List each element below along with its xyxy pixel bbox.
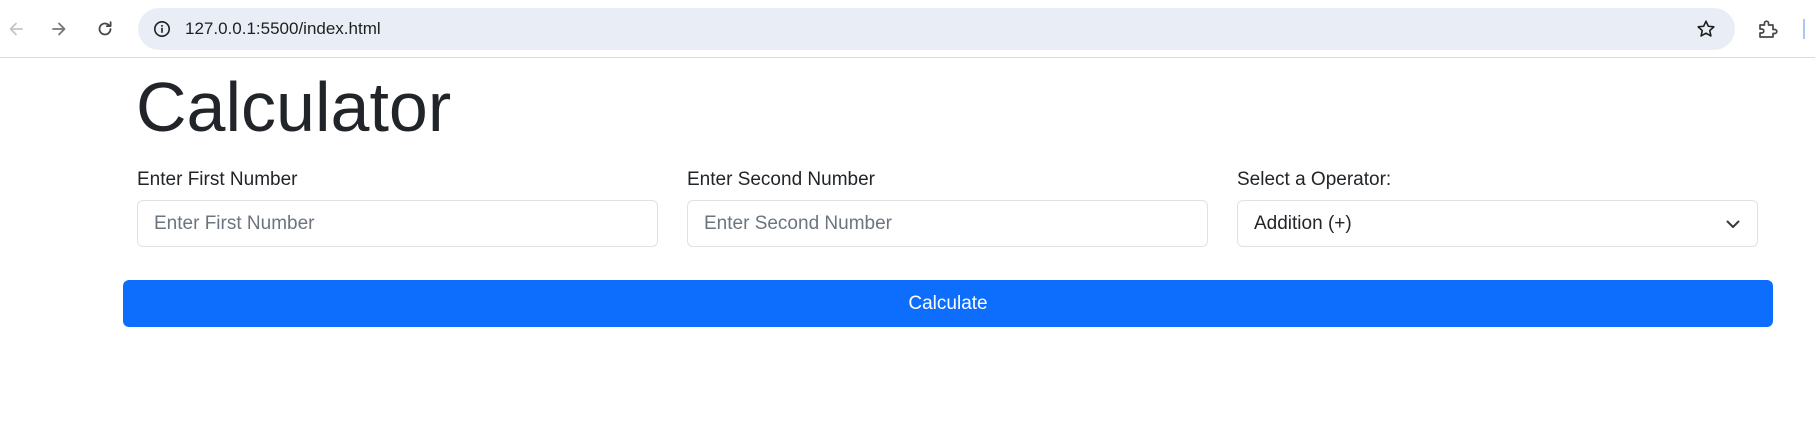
site-info-icon: [154, 21, 170, 37]
site-info-button[interactable]: [152, 19, 172, 39]
forward-button[interactable]: [43, 13, 75, 45]
operator-group: Select a Operator: Addition (+): [1237, 168, 1759, 247]
puzzle-icon: [1759, 20, 1778, 38]
first-number-label: Enter First Number: [137, 169, 298, 190]
browser-toolbar: 127.0.0.1:5500/index.html: [0, 0, 1815, 58]
url-text[interactable]: 127.0.0.1:5500/index.html: [185, 19, 381, 39]
second-number-group: Enter Second Number: [687, 168, 1209, 247]
reload-button[interactable]: [89, 13, 121, 45]
first-number-input[interactable]: [137, 200, 658, 247]
second-number-label: Enter Second Number: [687, 169, 875, 190]
chevron-down-icon: [1726, 220, 1740, 228]
calculate-button[interactable]: Calculate: [123, 280, 1773, 327]
back-button[interactable]: [0, 13, 32, 45]
page-content: Calculator Enter First Number Enter Seco…: [0, 59, 1815, 443]
star-icon: [1697, 20, 1715, 37]
bookmark-button[interactable]: [1695, 18, 1717, 40]
back-arrow-icon: [9, 22, 23, 36]
forward-arrow-icon: [52, 22, 66, 36]
operator-label: Select a Operator:: [1237, 169, 1392, 190]
operator-selected-value: Addition (+): [1254, 213, 1352, 234]
operator-select[interactable]: Addition (+): [1237, 200, 1758, 247]
extensions-button[interactable]: [1754, 15, 1782, 43]
address-bar[interactable]: 127.0.0.1:5500/index.html: [138, 8, 1735, 50]
reload-icon: [98, 21, 112, 36]
first-number-group: Enter First Number: [137, 168, 659, 247]
second-number-input[interactable]: [687, 200, 1208, 247]
toolbar-divider: [1803, 19, 1805, 39]
page-title: Calculator: [136, 68, 452, 146]
